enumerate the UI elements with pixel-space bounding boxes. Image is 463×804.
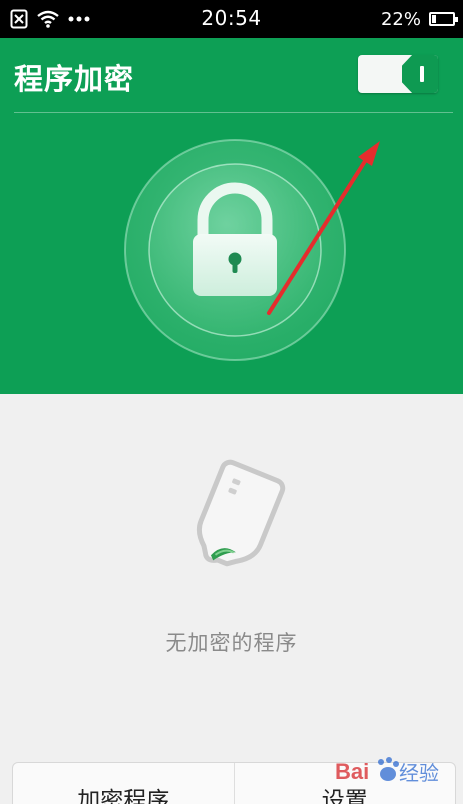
toggle-on-indicator-icon: [420, 66, 424, 82]
baidu-jingyan-watermark: Bai 经验: [335, 757, 439, 785]
svg-text:经验: 经验: [399, 761, 439, 785]
padlock-icon: [124, 139, 346, 361]
app-screen: 20:54 22% 程序加密 无加密的程序 加密程序 设置 Bai 经验: [0, 0, 463, 804]
app-lock-toggle[interactable]: [358, 55, 438, 93]
empty-tag-icon: [196, 459, 286, 567]
page-title: 程序加密: [14, 62, 135, 96]
header-divider: [14, 112, 453, 113]
encrypt-programs-button[interactable]: 加密程序: [13, 763, 234, 804]
svg-text:Bai: Bai: [335, 759, 369, 784]
battery-percentage: 22%: [380, 8, 421, 30]
status-bar: 20:54 22%: [0, 0, 463, 38]
battery-icon: [429, 12, 458, 26]
status-right: 22%: [380, 6, 458, 32]
lock-hero-panel: 程序加密: [0, 38, 463, 394]
empty-state-message: 无加密的程序: [165, 631, 298, 655]
